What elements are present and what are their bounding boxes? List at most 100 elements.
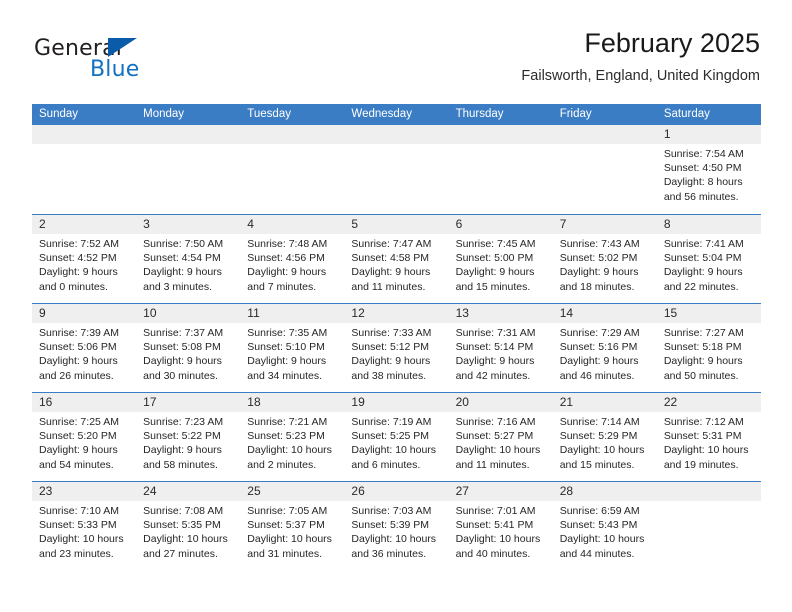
day-number: 27 <box>448 482 553 501</box>
day-cell[interactable]: 18 Sunrise: 7:21 AM Sunset: 5:23 PM Dayl… <box>240 393 345 481</box>
page-subtitle: Failsworth, England, United Kingdom <box>521 68 760 84</box>
sunrise-text: Sunrise: 7:03 AM <box>351 505 432 517</box>
sunrise-text: Sunrise: 7:21 AM <box>247 416 328 428</box>
sunset-text: Sunset: 4:52 PM <box>39 252 117 265</box>
day-number: 18 <box>240 393 345 412</box>
day-cell[interactable] <box>448 125 553 214</box>
day-cell[interactable]: 21 Sunrise: 7:14 AM Sunset: 5:29 PM Dayl… <box>552 393 657 481</box>
daylight-text-line2: and 22 minutes. <box>663 280 739 293</box>
day-cell[interactable]: 20 Sunrise: 7:16 AM Sunset: 5:27 PM Dayl… <box>448 393 553 481</box>
daylight-text-line1: Daylight: 10 hours <box>663 444 749 457</box>
day-cell[interactable]: 8 Sunrise: 7:41 AM Sunset: 5:04 PM Dayli… <box>656 215 761 303</box>
daylight-text-line2: and 40 minutes. <box>455 547 531 560</box>
weekday-header-friday: Friday <box>559 108 592 120</box>
sunset-text: Sunset: 5:29 PM <box>559 430 638 443</box>
day-number: 26 <box>344 482 449 501</box>
day-cell[interactable]: 23 Sunrise: 7:10 AM Sunset: 5:33 PM Dayl… <box>32 482 137 570</box>
day-cell[interactable]: 26 Sunrise: 7:03 AM Sunset: 5:39 PM Dayl… <box>344 482 449 570</box>
day-cell[interactable] <box>656 482 761 570</box>
day-cell[interactable]: 11 Sunrise: 7:35 AM Sunset: 5:10 PM Dayl… <box>240 304 345 392</box>
day-info: Sunrise: 7:54 AM Sunset: 4:50 PM Dayligh… <box>657 144 761 204</box>
day-cell[interactable]: 9 Sunrise: 7:39 AM Sunset: 5:06 PM Dayli… <box>32 304 137 392</box>
day-cell[interactable]: 13 Sunrise: 7:31 AM Sunset: 5:14 PM Dayl… <box>448 304 553 392</box>
day-cell[interactable] <box>136 125 241 214</box>
day-cell[interactable]: 4 Sunrise: 7:48 AM Sunset: 4:56 PM Dayli… <box>240 215 345 303</box>
day-info <box>240 144 344 147</box>
day-cell[interactable] <box>552 125 657 214</box>
day-number: 1 <box>656 125 761 144</box>
sunset-text: Sunset: 5:43 PM <box>559 519 638 532</box>
daylight-text-line2: and 11 minutes. <box>351 280 426 293</box>
day-number: 2 <box>32 215 137 234</box>
day-number: 22 <box>656 393 761 412</box>
daylight-text-line2: and 38 minutes. <box>351 369 427 382</box>
day-cell[interactable]: 10 Sunrise: 7:37 AM Sunset: 5:08 PM Dayl… <box>136 304 241 392</box>
daylight-text-line1: Daylight: 9 hours <box>351 266 431 279</box>
weekday-header-monday: Monday <box>143 108 185 120</box>
sunset-text: Sunset: 5:04 PM <box>663 252 742 265</box>
weekday-header-saturday: Saturday <box>663 108 710 120</box>
day-cell[interactable]: 25 Sunrise: 7:05 AM Sunset: 5:37 PM Dayl… <box>240 482 345 570</box>
daylight-text-line2: and 42 minutes. <box>455 369 531 382</box>
sunrise-text: Sunrise: 7:31 AM <box>455 327 536 339</box>
day-cell[interactable]: 15 Sunrise: 7:27 AM Sunset: 5:18 PM Dayl… <box>656 304 761 392</box>
day-cell[interactable] <box>344 125 449 214</box>
daylight-text-line1: Daylight: 9 hours <box>663 355 743 368</box>
sunset-text: Sunset: 5:31 PM <box>663 430 742 443</box>
day-cell[interactable]: 14 Sunrise: 7:29 AM Sunset: 5:16 PM Dayl… <box>552 304 657 392</box>
day-number <box>32 125 137 144</box>
day-cell[interactable]: 17 Sunrise: 7:23 AM Sunset: 5:22 PM Dayl… <box>136 393 241 481</box>
daylight-text-line1: Daylight: 9 hours <box>455 266 535 279</box>
general-blue-logo[interactable]: General Blue <box>34 36 184 88</box>
sunrise-text: Sunrise: 7:47 AM <box>351 238 432 250</box>
sunrise-text: Sunrise: 7:14 AM <box>559 416 640 428</box>
sunrise-text: Sunrise: 7:16 AM <box>455 416 536 428</box>
day-cell[interactable]: 5 Sunrise: 7:47 AM Sunset: 4:58 PM Dayli… <box>344 215 449 303</box>
day-cell[interactable] <box>240 125 345 214</box>
day-cell[interactable]: 16 Sunrise: 7:25 AM Sunset: 5:20 PM Dayl… <box>32 393 137 481</box>
day-cell[interactable]: 22 Sunrise: 7:12 AM Sunset: 5:31 PM Dayl… <box>656 393 761 481</box>
weekday-header-sunday: Sunday <box>39 108 79 120</box>
daylight-text-line1: Daylight: 10 hours <box>247 533 332 546</box>
day-info <box>553 144 657 147</box>
daylight-text-line1: Daylight: 9 hours <box>247 355 327 368</box>
daylight-text-line2: and 44 minutes. <box>559 547 635 560</box>
day-info <box>32 144 136 147</box>
day-cell[interactable] <box>32 125 137 214</box>
day-cell[interactable]: 19 Sunrise: 7:19 AM Sunset: 5:25 PM Dayl… <box>344 393 449 481</box>
day-cell[interactable]: 27 Sunrise: 7:01 AM Sunset: 5:41 PM Dayl… <box>448 482 553 570</box>
day-info: Sunrise: 7:03 AM Sunset: 5:39 PM Dayligh… <box>344 501 448 561</box>
day-info: Sunrise: 7:47 AM Sunset: 4:58 PM Dayligh… <box>344 234 448 294</box>
day-info: Sunrise: 7:27 AM Sunset: 5:18 PM Dayligh… <box>657 323 761 383</box>
daylight-text-line2: and 54 minutes. <box>39 458 114 471</box>
daylight-text-line1: Daylight: 9 hours <box>455 355 535 368</box>
sunrise-text: Sunrise: 7:27 AM <box>663 327 744 339</box>
sunrise-text: Sunrise: 7:43 AM <box>559 238 640 250</box>
page-header: General Blue February 2025 Failsworth, E… <box>32 26 760 94</box>
daylight-text-line1: Daylight: 10 hours <box>455 444 541 457</box>
day-info: Sunrise: 7:48 AM Sunset: 4:56 PM Dayligh… <box>240 234 344 294</box>
day-cell[interactable]: 2 Sunrise: 7:52 AM Sunset: 4:52 PM Dayli… <box>32 215 137 303</box>
day-cell[interactable]: 3 Sunrise: 7:50 AM Sunset: 4:54 PM Dayli… <box>136 215 241 303</box>
day-cell[interactable]: 7 Sunrise: 7:43 AM Sunset: 5:02 PM Dayli… <box>552 215 657 303</box>
day-cell[interactable]: 6 Sunrise: 7:45 AM Sunset: 5:00 PM Dayli… <box>448 215 553 303</box>
day-cell[interactable]: 28 Sunrise: 6:59 AM Sunset: 5:43 PM Dayl… <box>552 482 657 570</box>
sunset-text: Sunset: 5:35 PM <box>143 519 221 532</box>
sunset-text: Sunset: 5:14 PM <box>455 341 534 354</box>
day-cell[interactable]: 12 Sunrise: 7:33 AM Sunset: 5:12 PM Dayl… <box>344 304 449 392</box>
daylight-text-line1: Daylight: 10 hours <box>39 533 124 546</box>
sunset-text: Sunset: 5:06 PM <box>39 341 117 354</box>
day-cell[interactable]: 1 Sunrise: 7:54 AM Sunset: 4:50 PM Dayli… <box>656 125 761 214</box>
daylight-text-line2: and 34 minutes. <box>247 369 322 382</box>
calendar-grid: Sunday Monday Tuesday Wednesday Thursday… <box>32 104 761 570</box>
daylight-text-line1: Daylight: 9 hours <box>663 266 743 279</box>
sunset-text: Sunset: 5:25 PM <box>351 430 430 443</box>
day-number: 19 <box>344 393 449 412</box>
daylight-text-line1: Daylight: 9 hours <box>559 266 639 279</box>
day-number: 23 <box>32 482 137 501</box>
day-number: 28 <box>552 482 657 501</box>
sunset-text: Sunset: 5:41 PM <box>455 519 534 532</box>
day-cell[interactable]: 24 Sunrise: 7:08 AM Sunset: 5:35 PM Dayl… <box>136 482 241 570</box>
day-info: Sunrise: 7:45 AM Sunset: 5:00 PM Dayligh… <box>449 234 553 294</box>
day-number <box>448 125 553 144</box>
